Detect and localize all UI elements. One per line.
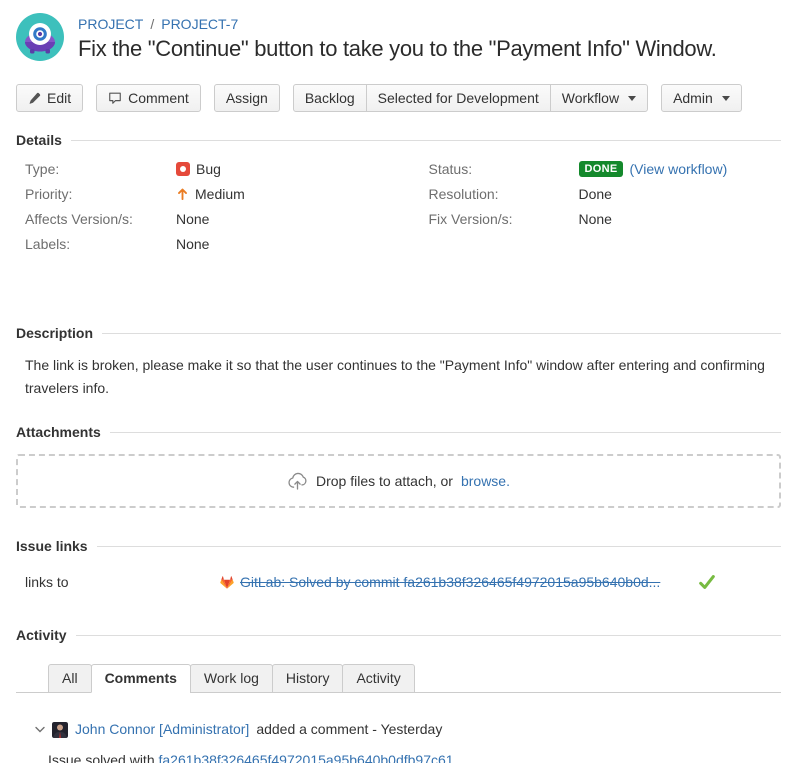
link-relation-label: links to (16, 574, 219, 590)
resolution-value: Done (579, 186, 612, 202)
fix-version-label: Fix Version/s: (429, 211, 579, 227)
resolution-field: Resolution: Done (429, 186, 782, 202)
workflow-button-group: Backlog Selected for Development Workflo… (293, 84, 648, 112)
bug-icon (176, 162, 190, 176)
comment-author-link[interactable]: John Connor [Administrator] (75, 721, 249, 738)
issue-title: Fix the "Continue" button to take you to… (78, 37, 717, 61)
tab-comments[interactable]: Comments (91, 664, 191, 693)
selected-for-development-button[interactable]: Selected for Development (366, 84, 551, 112)
issue-links-section-heading: Issue links (16, 538, 781, 555)
section-rule (97, 546, 781, 547)
workflow-dropdown-button[interactable]: Workflow (550, 84, 648, 112)
affects-version-value: None (176, 211, 209, 227)
issue-link-row: links to GitLab: Solved by commit fa261b… (16, 573, 781, 591)
details-section-heading: Details (16, 132, 781, 149)
status-badge: DONE (579, 161, 624, 177)
status-field: Status: DONE (View workflow) (429, 161, 782, 177)
attachment-dropzone[interactable]: Drop files to attach, or browse. (16, 454, 781, 508)
gitlab-link-cell: GitLab: Solved by commit fa261b38f326465… (219, 574, 660, 590)
breadcrumb-project-link[interactable]: PROJECT (78, 16, 143, 32)
chevron-down-icon (628, 96, 636, 101)
type-label: Type: (16, 161, 176, 177)
section-rule (71, 140, 781, 141)
issue-view-page: PROJECT / PROJECT-7 Fix the "Continue" but… (0, 0, 797, 763)
admin-dropdown-label: Admin (673, 90, 713, 106)
tab-all[interactable]: All (48, 664, 92, 693)
assign-button-label: Assign (226, 90, 268, 106)
description-text: The link is broken, please make it so th… (25, 354, 777, 400)
description-heading-label: Description (16, 325, 93, 342)
admin-dropdown-button[interactable]: Admin (661, 84, 742, 112)
cloud-upload-icon (287, 471, 308, 492)
project-avatar (16, 13, 64, 61)
activity-heading-label: Activity (16, 627, 67, 644)
tab-work-log[interactable]: Work log (190, 664, 273, 693)
workflow-dropdown-label: Workflow (562, 90, 619, 106)
resolution-label: Resolution: (429, 186, 579, 202)
admin-button-group: Admin (661, 84, 742, 112)
collapse-chevron-icon[interactable] (35, 726, 45, 733)
breadcrumb: PROJECT / PROJECT-7 (78, 13, 717, 32)
priority-medium-arrow-icon (176, 187, 189, 201)
commit-hash-link[interactable]: fa261b38f326465f4972015a95b640b0dfb97c61 (159, 752, 454, 763)
breadcrumb-separator: / (150, 16, 154, 32)
toolbar: Edit Comment Assign Backlog Selected for… (16, 84, 781, 112)
user-avatar (52, 722, 68, 738)
type-value: Bug (196, 161, 221, 177)
gitlab-icon (219, 575, 235, 590)
issue-links-heading-label: Issue links (16, 538, 88, 555)
view-workflow-link[interactable]: (View workflow) (629, 161, 727, 177)
comment-text-suffix: . (454, 752, 458, 763)
alien-monster-icon (16, 13, 64, 61)
labels-value: None (176, 236, 209, 252)
assign-button[interactable]: Assign (214, 84, 280, 112)
comment-header: John Connor [Administrator] added a comm… (35, 721, 781, 738)
browse-link[interactable]: browse. (461, 473, 510, 489)
labels-field: Labels: None (16, 236, 399, 252)
details-right-column: Status: DONE (View workflow) Resolution:… (399, 161, 782, 261)
details-grid: Type: Bug Priority: Medium Affects Versi… (16, 161, 781, 261)
backlog-button-label: Backlog (305, 90, 355, 106)
tab-activity[interactable]: Activity (342, 664, 414, 693)
backlog-button[interactable]: Backlog (293, 84, 367, 112)
details-heading-label: Details (16, 132, 62, 149)
selected-for-development-label: Selected for Development (378, 90, 539, 106)
breadcrumb-issue-link[interactable]: PROJECT-7 (161, 16, 238, 32)
section-rule (102, 333, 781, 334)
type-field: Type: Bug (16, 161, 399, 177)
gitlab-commit-link[interactable]: GitLab: Solved by commit fa261b38f326465… (240, 574, 660, 590)
edit-button[interactable]: Edit (16, 84, 83, 112)
comment-button[interactable]: Comment (96, 84, 201, 112)
section-rule (76, 635, 781, 636)
activity-section-heading: Activity (16, 627, 781, 644)
resolved-check-icon (698, 573, 716, 591)
issue-header: PROJECT / PROJECT-7 Fix the "Continue" but… (0, 0, 797, 61)
attachments-section-heading: Attachments (16, 424, 781, 441)
activity-tabs: All Comments Work log History Activity (16, 664, 781, 693)
details-left-column: Type: Bug Priority: Medium Affects Versi… (16, 161, 399, 261)
comment-button-label: Comment (128, 90, 189, 106)
dropzone-text: Drop files to attach, or (316, 473, 453, 489)
description-section-heading: Description (16, 325, 781, 342)
chevron-down-icon (722, 96, 730, 101)
comment-body: Issue solved with fa261b38f326465f497201… (48, 751, 781, 763)
fix-version-value: None (579, 211, 612, 227)
pencil-icon (28, 92, 41, 105)
section-rule (110, 432, 781, 433)
attachments-heading-label: Attachments (16, 424, 101, 441)
priority-label: Priority: (16, 186, 176, 202)
comment-meta: added a comment - Yesterday (256, 721, 442, 738)
affects-version-label: Affects Version/s: (16, 211, 176, 227)
priority-field: Priority: Medium (16, 186, 399, 202)
tab-history[interactable]: History (272, 664, 344, 693)
comment-bubble-icon (108, 91, 122, 105)
labels-label: Labels: (16, 236, 176, 252)
header-text: PROJECT / PROJECT-7 Fix the "Continue" but… (78, 13, 717, 61)
status-label: Status: (429, 161, 579, 177)
affects-version-field: Affects Version/s: None (16, 211, 399, 227)
fix-version-field: Fix Version/s: None (429, 211, 782, 227)
edit-button-label: Edit (47, 90, 71, 106)
priority-value: Medium (195, 186, 245, 202)
comment-text: Issue solved with (48, 752, 159, 763)
